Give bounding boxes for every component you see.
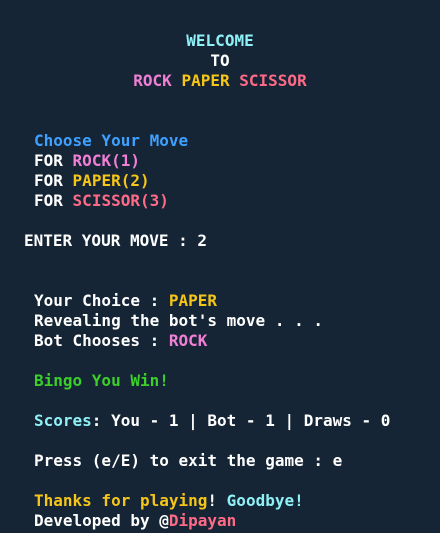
- goodbye-line: Thanks for playing! Goodbye!: [34, 491, 304, 511]
- exit-input-value[interactable]: e: [333, 451, 343, 470]
- your-choice-label: Your Choice :: [34, 291, 169, 310]
- menu-for: FOR: [34, 171, 63, 190]
- your-choice-value: PAPER: [168, 291, 218, 310]
- scores-line: Scores: You - 1 | Bot - 1 | Draws - 0: [34, 411, 390, 431]
- banner-to: TO: [210, 51, 230, 70]
- credit-line: Developed by @Dipayan: [34, 511, 236, 531]
- scores-values: : You - 1 | Bot - 1 | Draws - 0: [91, 411, 391, 430]
- menu-paper: PAPER(2): [72, 171, 150, 190]
- menu-for: FOR: [34, 191, 63, 210]
- move-input-value[interactable]: 2: [197, 231, 207, 250]
- outcome-message: Bingo You Win!: [34, 371, 169, 390]
- move-input-line[interactable]: ENTER YOUR MOVE : 2: [24, 231, 207, 251]
- menu-scissor: SCISSOR(3): [72, 191, 169, 210]
- banner-scissor: SCISSOR: [239, 71, 307, 90]
- menu-option-scissor: FOR SCISSOR(3): [34, 191, 169, 211]
- bot-choice-label: Bot Chooses :: [34, 331, 169, 350]
- bot-choice-value: ROCK: [168, 331, 208, 350]
- author-name: Dipayan: [168, 511, 237, 530]
- developed-by: Developed by @: [34, 511, 169, 530]
- thanks-text: Thanks for playing: [34, 491, 208, 510]
- banner-welcome: WELCOME: [186, 31, 254, 50]
- menu-rock: ROCK(1): [72, 151, 140, 170]
- terminal-window: WELCOME TO ROCK PAPER SCISSOR Choose You…: [0, 0, 440, 533]
- menu-option-paper: FOR PAPER(2): [34, 171, 150, 191]
- exit-prompt: Press (e/E) to exit the game :: [34, 451, 333, 470]
- move-prompt: ENTER YOUR MOVE :: [24, 231, 198, 250]
- goodbye-text: Goodbye!: [226, 491, 304, 510]
- bot-choice-line: Bot Chooses : ROCK: [34, 331, 207, 351]
- scores-label: Scores: [34, 411, 92, 430]
- thanks-bang: !: [207, 491, 218, 510]
- your-choice-line: Your Choice : PAPER: [34, 291, 217, 311]
- banner-title: ROCK PAPER SCISSOR: [0, 71, 440, 91]
- exit-input-line[interactable]: Press (e/E) to exit the game : e: [34, 451, 342, 471]
- menu-for: FOR: [34, 151, 63, 170]
- revealing-line: Revealing the bot's move . . .: [34, 311, 323, 330]
- banner-paper: PAPER: [181, 71, 230, 90]
- menu-title: Choose Your Move: [34, 131, 189, 150]
- menu-option-rock: FOR ROCK(1): [34, 151, 140, 171]
- banner-rock: ROCK: [133, 71, 172, 90]
